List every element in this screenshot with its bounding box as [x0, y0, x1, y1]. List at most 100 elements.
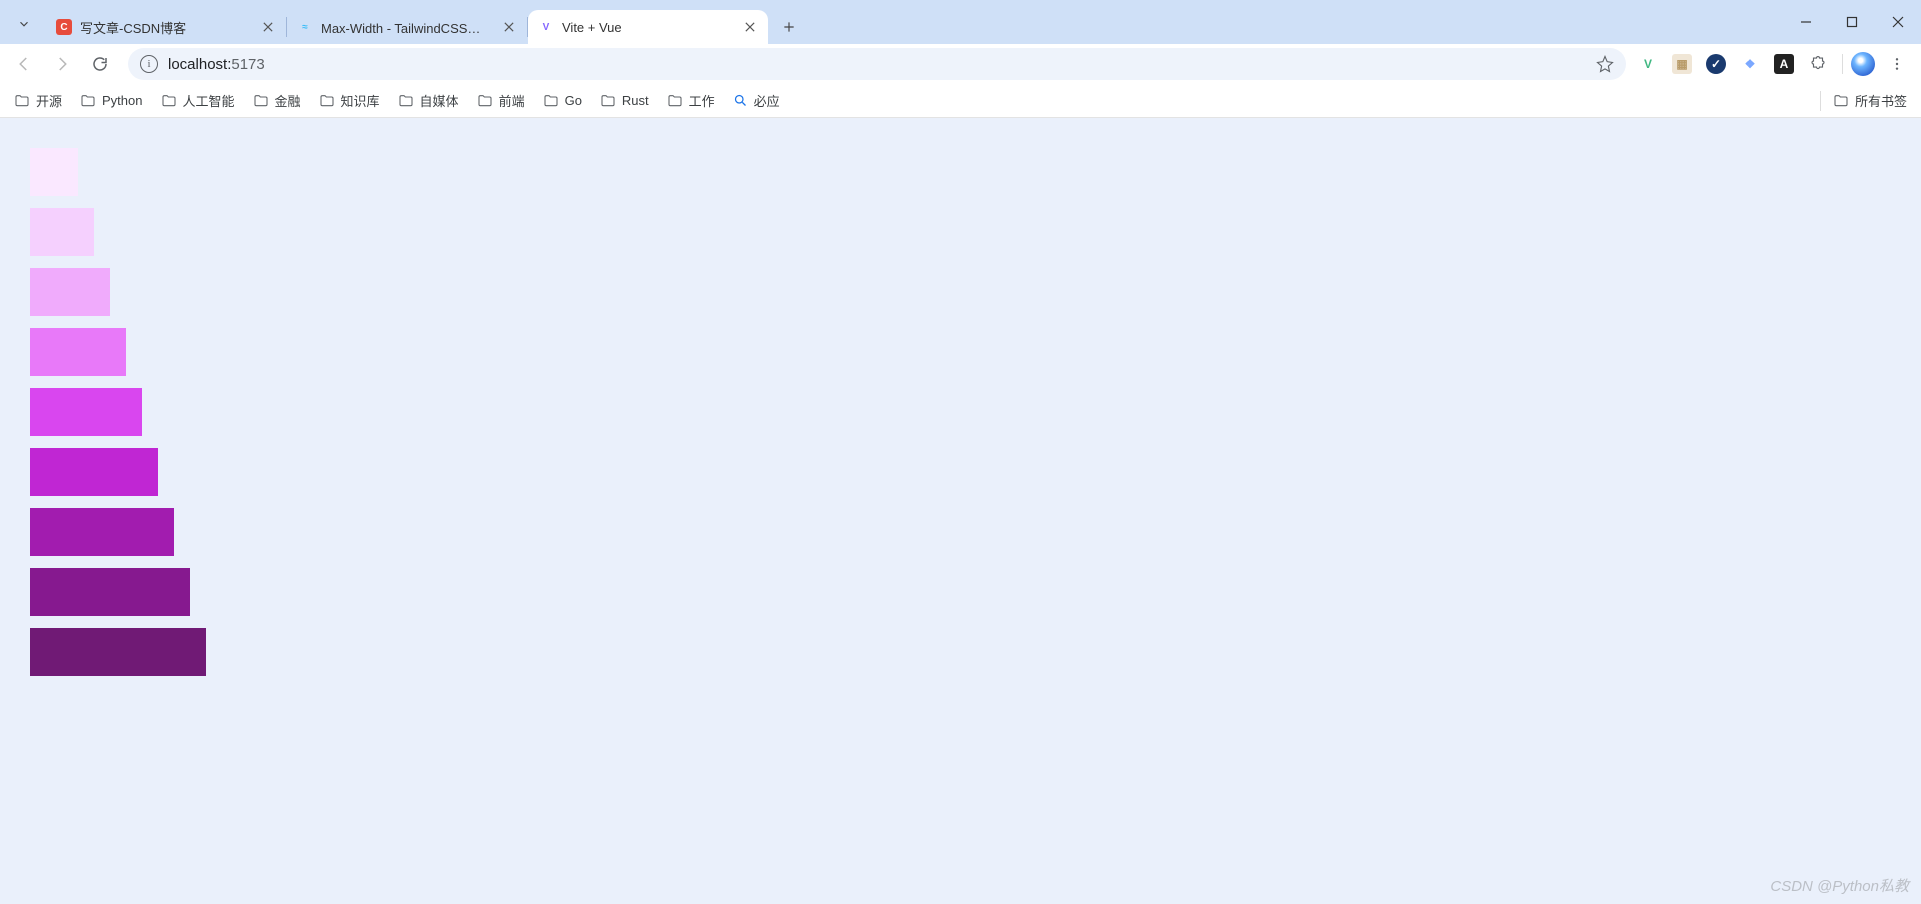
color-bar-1 [30, 208, 94, 256]
color-bar-3 [30, 328, 126, 376]
folder-icon [667, 93, 683, 109]
vue-devtools[interactable]: V [1638, 54, 1658, 74]
bookmark-label: Python [102, 93, 142, 108]
tab-close-button[interactable] [260, 19, 276, 35]
bookmark-label: 自媒体 [420, 91, 459, 110]
folder-icon [319, 93, 335, 109]
plus-icon [782, 20, 796, 34]
tab-close-button[interactable] [742, 19, 758, 35]
extensions-row: V ▦ ✓ ❖ A [1638, 54, 1834, 74]
arrow-right-icon [53, 55, 71, 73]
close-window-button[interactable] [1875, 0, 1921, 44]
bookmark-label: 知识库 [341, 91, 380, 110]
reload-icon [91, 55, 109, 73]
bookmark-label: 人工智能 [183, 91, 235, 110]
new-tab-button[interactable] [774, 12, 804, 42]
tab-close-button[interactable] [501, 19, 517, 35]
close-icon [1892, 16, 1904, 28]
reload-button[interactable] [84, 48, 116, 80]
window-controls [1783, 0, 1921, 44]
tab-2[interactable]: V Vite + Vue [528, 10, 768, 44]
separator [1842, 54, 1843, 74]
close-icon [745, 22, 755, 32]
ext-bird[interactable]: ❖ [1740, 54, 1760, 74]
bookmark-label: 开源 [36, 91, 62, 110]
folder-icon [398, 93, 414, 109]
bookmark-item-8[interactable]: Rust [600, 91, 649, 110]
bookmark-item-5[interactable]: 自媒体 [398, 91, 459, 110]
all-bookmarks-label: 所有书签 [1855, 91, 1907, 110]
ext-square-a[interactable]: A [1774, 54, 1794, 74]
folder-icon [14, 93, 30, 109]
color-bar-5 [30, 448, 158, 496]
all-bookmarks-button[interactable]: 所有书签 [1833, 91, 1907, 110]
color-bar-4 [30, 388, 142, 436]
favicon-icon: ≈ [297, 19, 313, 35]
page-viewport: CSDN @Python私教 [0, 118, 1921, 904]
bookmark-item-10[interactable]: 必应 [733, 91, 780, 110]
bookmark-item-1[interactable]: Python [80, 91, 142, 110]
tab-strip: C 写文章-CSDN博客 ≈ Max-Width - TailwindCSS中文 V Vi… [0, 0, 1921, 44]
favicon-icon: V [538, 19, 554, 35]
arrow-left-icon [15, 55, 33, 73]
maximize-icon [1846, 16, 1858, 28]
browser-window: C 写文章-CSDN博客 ≈ Max-Width - TailwindCSS中文 V Vi… [0, 0, 1921, 904]
color-bar-0 [30, 148, 78, 196]
watermark-text: CSDN @Python私教 [1770, 875, 1909, 896]
maximize-button[interactable] [1829, 0, 1875, 44]
tab-1[interactable]: ≈ Max-Width - TailwindCSS中文 [287, 10, 527, 44]
ext-grid[interactable]: ▦ [1672, 54, 1692, 74]
bookmark-item-0[interactable]: 开源 [14, 91, 62, 110]
extensions-menu[interactable] [1808, 54, 1828, 74]
address-bar[interactable]: i localhost:5173 [128, 48, 1626, 80]
chevron-down-icon [17, 17, 31, 31]
puzzle-icon [1809, 55, 1827, 73]
color-bars-container [30, 148, 1891, 676]
chrome-menu-button[interactable] [1881, 48, 1913, 80]
bookmark-item-2[interactable]: 人工智能 [161, 91, 235, 110]
favicon-icon: C [56, 19, 72, 35]
ext-check[interactable]: ✓ [1706, 54, 1726, 74]
bookmark-label: 必应 [754, 91, 780, 110]
color-bar-7 [30, 568, 190, 616]
folder-icon [1833, 93, 1849, 109]
folder-icon [600, 93, 616, 109]
color-bar-2 [30, 268, 110, 316]
folder-icon [543, 93, 559, 109]
tab-search-button[interactable] [8, 8, 40, 40]
bookmark-label: 工作 [689, 91, 715, 110]
bookmark-label: 金融 [275, 91, 301, 110]
bookmark-item-9[interactable]: 工作 [667, 91, 715, 110]
minimize-icon [1800, 16, 1812, 28]
close-icon [263, 22, 273, 32]
star-icon [1596, 55, 1614, 73]
forward-button[interactable] [46, 48, 78, 80]
bookmark-item-6[interactable]: 前端 [477, 91, 525, 110]
bookmarks-bar: 开源 Python 人工智能 金融 知识库 自媒体 前端 Go Rust 工作 必应 所有书签 [0, 84, 1921, 118]
tab-title: 写文章-CSDN博客 [80, 18, 252, 37]
profile-avatar[interactable] [1851, 52, 1875, 76]
folder-icon [253, 93, 269, 109]
bookmark-item-7[interactable]: Go [543, 91, 582, 110]
bookmark-star-button[interactable] [1596, 55, 1614, 73]
separator [1820, 91, 1821, 111]
tab-title: Max-Width - TailwindCSS中文 [321, 18, 493, 37]
bookmark-label: Go [565, 93, 582, 108]
search-icon [733, 93, 748, 108]
folder-icon [161, 93, 177, 109]
tab-0[interactable]: C 写文章-CSDN博客 [46, 10, 286, 44]
bookmark-label: Rust [622, 93, 649, 108]
back-button[interactable] [8, 48, 40, 80]
kebab-menu-icon [1889, 56, 1905, 72]
toolbar: i localhost:5173 V ▦ ✓ ❖ A [0, 44, 1921, 84]
minimize-button[interactable] [1783, 0, 1829, 44]
folder-icon [80, 93, 96, 109]
bookmark-item-3[interactable]: 金融 [253, 91, 301, 110]
site-info-icon[interactable]: i [140, 55, 158, 73]
bookmark-label: 前端 [499, 91, 525, 110]
folder-icon [477, 93, 493, 109]
tab-title: Vite + Vue [562, 20, 734, 35]
bookmark-item-4[interactable]: 知识库 [319, 91, 380, 110]
color-bar-6 [30, 508, 174, 556]
url-text: localhost:5173 [168, 56, 265, 73]
